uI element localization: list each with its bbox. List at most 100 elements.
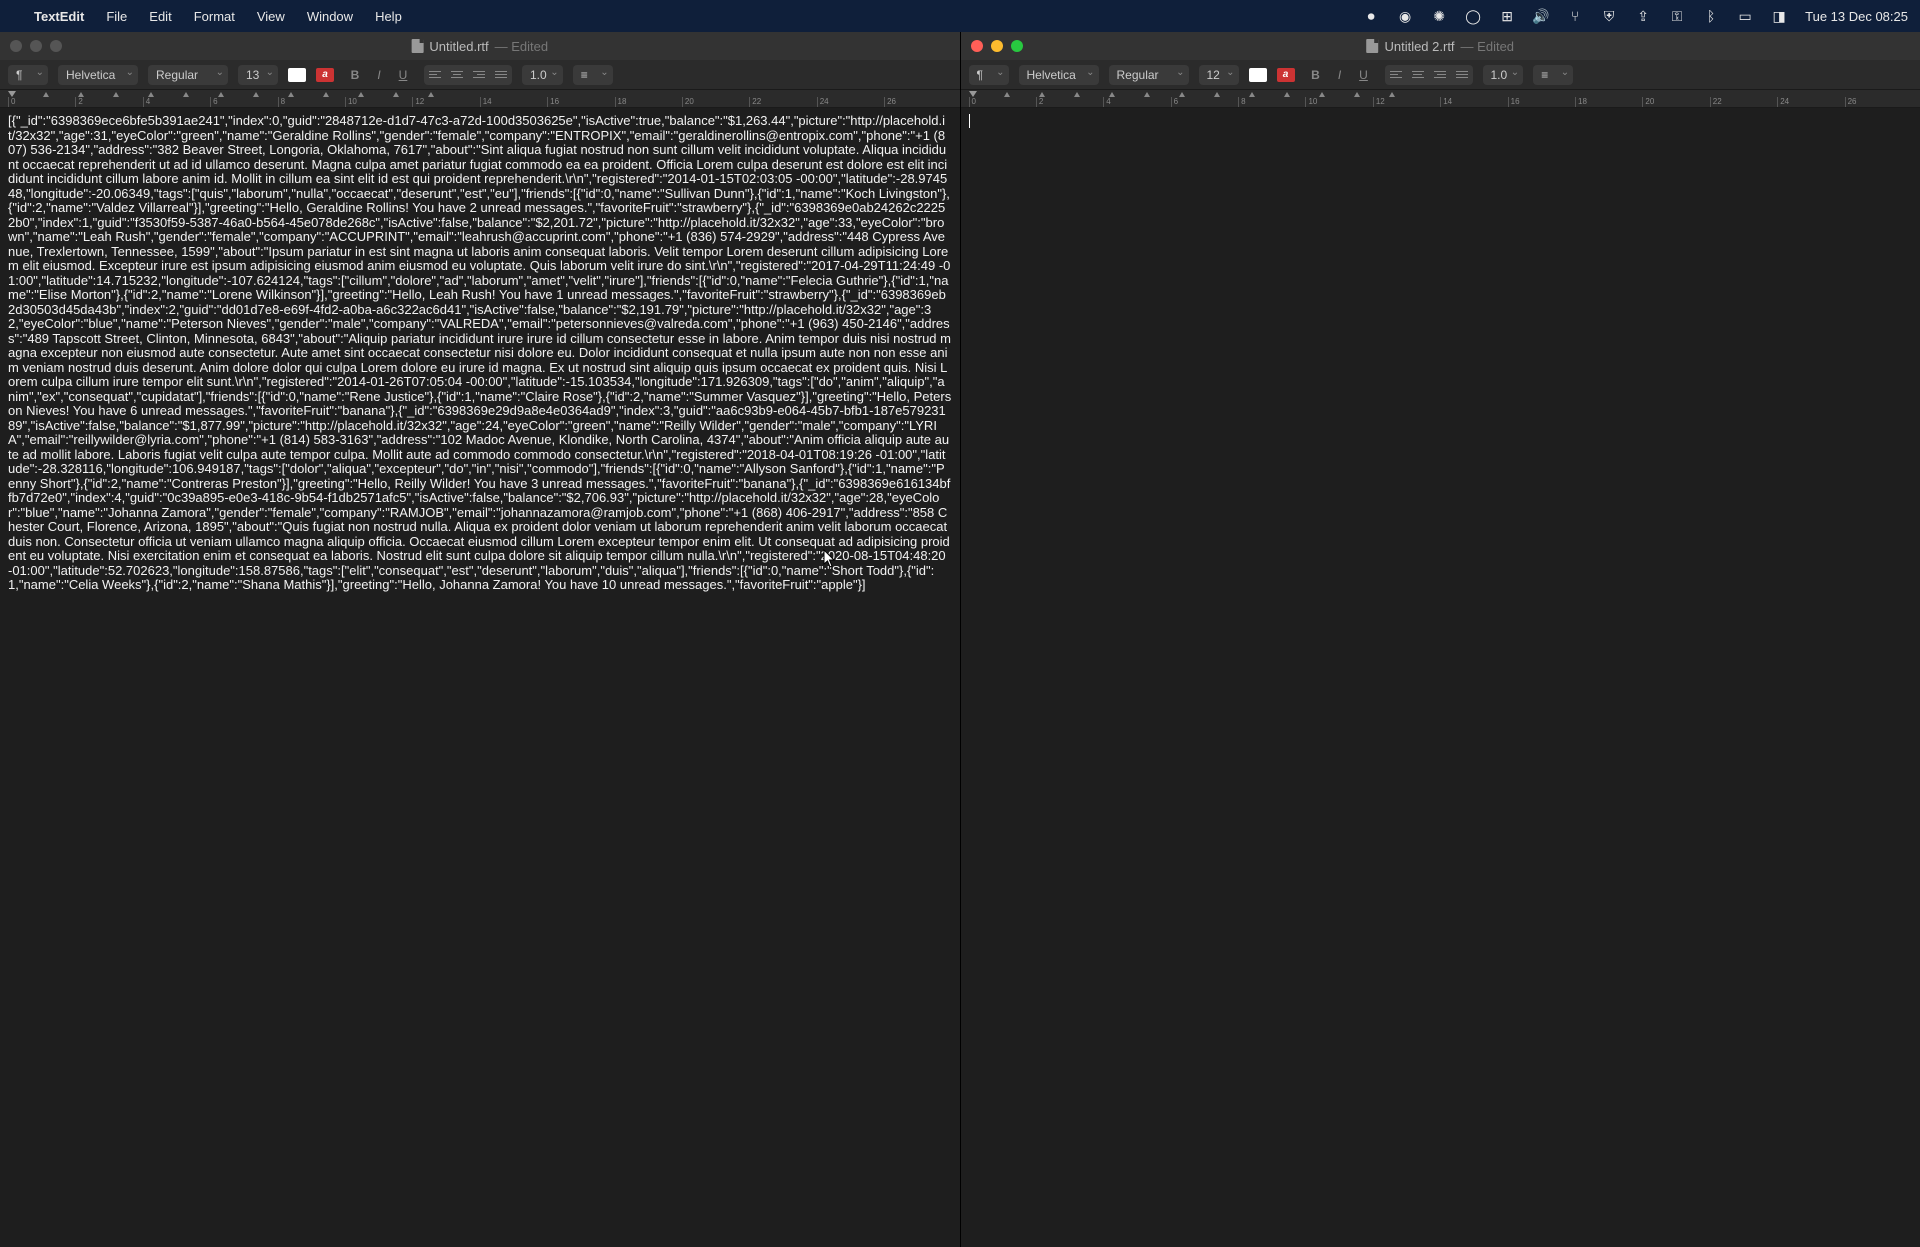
menu-help[interactable]: Help — [375, 9, 402, 24]
ruler-tick: 14 — [480, 97, 547, 107]
ruler-tick: 18 — [615, 97, 682, 107]
menubar: TextEdit File Edit Format View Window He… — [0, 0, 1920, 32]
font-family-dropdown[interactable]: Helvetica — [58, 65, 138, 85]
line-spacing-dropdown[interactable]: 1.0 — [522, 65, 563, 85]
text-color-swatch[interactable] — [1249, 68, 1267, 82]
left-title-text: Untitled.rtf — [429, 39, 488, 54]
menubar-right: ⏺ ◉ ✺ ◯ ⊞ 🔊 ⑂ ⛨ ⇪ ⚿ ᛒ ▭ ◨ Tue 13 Dec 08:… — [1363, 8, 1908, 24]
paragraph-style-dropdown[interactable]: ¶ — [969, 65, 1009, 85]
ruler-track: 02468101214161820222426 — [969, 97, 1913, 107]
right-title-text: Untitled 2.rtf — [1384, 39, 1454, 54]
left-traffic-lights — [10, 40, 62, 52]
highlight-color-swatch[interactable]: a — [316, 68, 334, 82]
underline-button[interactable]: U — [1353, 65, 1375, 85]
text-align-group — [1385, 65, 1473, 85]
windows-container: Untitled.rtf — Edited ¶ Helvetica Regula… — [0, 32, 1920, 1247]
italic-button[interactable]: I — [368, 65, 390, 85]
right-ruler[interactable]: 02468101214161820222426 — [961, 90, 1920, 108]
ruler-tick: 12 — [412, 97, 479, 107]
fan-icon[interactable]: ✺ — [1431, 8, 1447, 24]
ruler-tick: 4 — [1103, 97, 1170, 107]
left-document-body[interactable]: [{"_id":"6398369ece6bfe5b391ae241","inde… — [0, 108, 960, 1247]
left-ruler[interactable]: 02468101214161820222426 — [0, 90, 960, 108]
font-weight-dropdown[interactable]: Regular — [148, 65, 228, 85]
ruler-tick: 20 — [682, 97, 749, 107]
list-style-dropdown[interactable]: ≡ — [1533, 65, 1573, 85]
list-style-dropdown[interactable]: ≡ — [573, 65, 613, 85]
ruler-tick: 6 — [210, 97, 277, 107]
menu-view[interactable]: View — [257, 9, 285, 24]
right-titlebar[interactable]: Untitled 2.rtf — Edited — [961, 32, 1920, 60]
ruler-tick: 10 — [345, 97, 412, 107]
font-style-group: B I U — [344, 65, 414, 85]
text-align-group — [424, 65, 512, 85]
underline-button[interactable]: U — [392, 65, 414, 85]
ruler-tick: 26 — [1845, 97, 1912, 107]
bold-button[interactable]: B — [1305, 65, 1327, 85]
menu-window[interactable]: Window — [307, 9, 353, 24]
align-justify-button[interactable] — [490, 65, 512, 85]
menu-file[interactable]: File — [106, 9, 127, 24]
close-button[interactable] — [10, 40, 22, 52]
font-style-group: B I U — [1305, 65, 1375, 85]
align-center-button[interactable] — [446, 65, 468, 85]
italic-button[interactable]: I — [1329, 65, 1351, 85]
font-size-dropdown[interactable]: 12 — [1199, 65, 1239, 85]
volume-icon[interactable]: 🔊 — [1533, 8, 1549, 24]
menubar-datetime[interactable]: Tue 13 Dec 08:25 — [1805, 9, 1908, 24]
minimize-button[interactable] — [30, 40, 42, 52]
right-document-body[interactable] — [961, 108, 1920, 1247]
align-right-button[interactable] — [468, 65, 490, 85]
eye-icon[interactable]: ◉ — [1397, 8, 1413, 24]
right-window: Untitled 2.rtf — Edited ¶ Helvetica Regu… — [961, 32, 1920, 1247]
line-spacing-dropdown[interactable]: 1.0 — [1483, 65, 1524, 85]
ruler-tick: 0 — [969, 97, 1036, 107]
align-right-button[interactable] — [1429, 65, 1451, 85]
font-weight-dropdown[interactable]: Regular — [1109, 65, 1189, 85]
left-titlebar[interactable]: Untitled.rtf — Edited — [0, 32, 960, 60]
bold-button[interactable]: B — [344, 65, 366, 85]
bluetooth-icon[interactable]: ᛒ — [1703, 8, 1719, 24]
ruler-tick: 16 — [1508, 97, 1575, 107]
align-justify-button[interactable] — [1451, 65, 1473, 85]
control-center-icon[interactable]: ◨ — [1771, 8, 1787, 24]
font-family-dropdown[interactable]: Helvetica — [1019, 65, 1099, 85]
record-icon[interactable]: ⏺ — [1363, 8, 1379, 24]
menu-app-name[interactable]: TextEdit — [34, 9, 84, 24]
circle-icon[interactable]: ◯ — [1465, 8, 1481, 24]
align-left-button[interactable] — [1385, 65, 1407, 85]
shield-icon[interactable]: ⛨ — [1601, 8, 1617, 24]
close-button[interactable] — [971, 40, 983, 52]
zoom-button[interactable] — [50, 40, 62, 52]
ruler-tick: 10 — [1305, 97, 1372, 107]
ruler-tick: 6 — [1171, 97, 1238, 107]
ruler-tick: 16 — [547, 97, 614, 107]
zoom-button[interactable] — [1011, 40, 1023, 52]
menu-edit[interactable]: Edit — [149, 9, 171, 24]
align-center-button[interactable] — [1407, 65, 1429, 85]
menubar-left: TextEdit File Edit Format View Window He… — [12, 9, 402, 24]
right-traffic-lights — [971, 40, 1023, 52]
text-color-swatch[interactable] — [288, 68, 306, 82]
document-icon — [411, 39, 423, 53]
fork-icon[interactable]: ⑂ — [1567, 8, 1583, 24]
menu-format[interactable]: Format — [194, 9, 235, 24]
ruler-track: 02468101214161820222426 — [8, 97, 952, 107]
left-formatbar: ¶ Helvetica Regular 13 a B I U 1.0 ≡ — [0, 60, 960, 90]
font-size-dropdown[interactable]: 13 — [238, 65, 278, 85]
wifi-icon[interactable]: ⚿ — [1669, 8, 1685, 24]
ruler-tick: 22 — [749, 97, 816, 107]
highlight-color-swatch[interactable]: a — [1277, 68, 1295, 82]
right-formatbar: ¶ Helvetica Regular 12 a B I U 1.0 ≡ — [961, 60, 1920, 90]
ruler-tick: 18 — [1575, 97, 1642, 107]
left-edited-label: — Edited — [495, 39, 548, 54]
battery-icon[interactable]: ▭ — [1737, 8, 1753, 24]
grid-icon[interactable]: ⊞ — [1499, 8, 1515, 24]
dropbox-icon[interactable]: ⇪ — [1635, 8, 1651, 24]
ruler-tick: 4 — [143, 97, 210, 107]
ruler-tick: 24 — [1777, 97, 1844, 107]
align-left-button[interactable] — [424, 65, 446, 85]
minimize-button[interactable] — [991, 40, 1003, 52]
paragraph-style-dropdown[interactable]: ¶ — [8, 65, 48, 85]
ruler-tick: 26 — [884, 97, 951, 107]
